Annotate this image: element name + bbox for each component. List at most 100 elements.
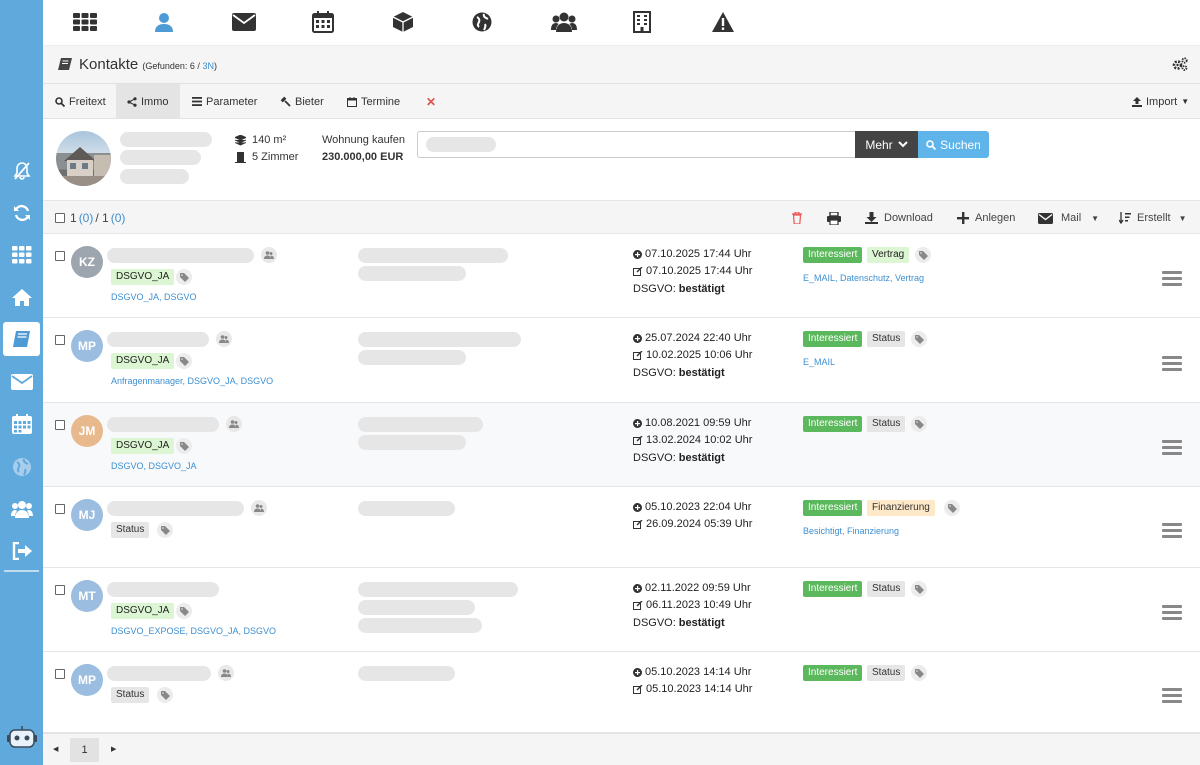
- tab-immo[interactable]: Immo: [116, 84, 180, 119]
- status-badge[interactable]: Status: [867, 416, 906, 432]
- row-checkbox[interactable]: [55, 585, 65, 595]
- tag-icon[interactable]: [176, 269, 192, 285]
- refresh-icon[interactable]: [0, 196, 43, 230]
- anlegen-button[interactable]: Anlegen: [957, 201, 1015, 235]
- row-menu-icon[interactable]: [1162, 271, 1182, 286]
- group-icon[interactable]: [549, 9, 579, 35]
- envelope-icon[interactable]: [0, 365, 43, 399]
- contact-person-icon[interactable]: [251, 500, 267, 516]
- bell-slash-icon[interactable]: [0, 154, 43, 188]
- tag-icon[interactable]: [911, 581, 927, 597]
- avatar[interactable]: KZ: [71, 246, 103, 278]
- apps-grid-icon[interactable]: [70, 9, 100, 35]
- tag-icon[interactable]: [176, 438, 192, 454]
- trash-icon[interactable]: [792, 201, 802, 235]
- tag-icon[interactable]: [911, 416, 927, 432]
- contact-person-icon[interactable]: [226, 416, 242, 432]
- sort-button[interactable]: Erstellt ▼: [1119, 201, 1187, 235]
- tag-icon[interactable]: [157, 522, 173, 538]
- status-badge[interactable]: Interessiert: [803, 581, 863, 597]
- building-icon[interactable]: [627, 9, 657, 35]
- tag-badge[interactable]: DSGVO_JA: [111, 269, 175, 285]
- search-input[interactable]: [417, 131, 856, 158]
- table-row[interactable]: MP DSGVO_JA Anfragenmanager, DSGVO_JA, DSG…: [43, 318, 1200, 403]
- count-c[interactable]: (0): [111, 211, 126, 225]
- row-checkbox[interactable]: [55, 504, 65, 514]
- contact-person-icon[interactable]: [218, 665, 234, 681]
- tab-parameter[interactable]: Parameter: [192, 84, 257, 119]
- status-badge[interactable]: Interessiert: [803, 247, 863, 263]
- row-checkbox[interactable]: [55, 669, 65, 679]
- close-filter-icon[interactable]: ✕: [426, 84, 436, 119]
- status-badge[interactable]: Status: [867, 665, 906, 681]
- tag-icon[interactable]: [157, 687, 173, 703]
- tags-line[interactable]: DSGVO, DSGVO_JA: [111, 461, 197, 471]
- status-badge[interactable]: Interessiert: [803, 416, 863, 432]
- book-icon[interactable]: [3, 322, 40, 356]
- count-b[interactable]: (0): [79, 211, 94, 225]
- row-menu-icon[interactable]: [1162, 523, 1182, 538]
- row-menu-icon[interactable]: [1162, 605, 1182, 620]
- prev-page-icon[interactable]: ◀: [53, 745, 58, 753]
- status-badge[interactable]: Vertrag: [867, 247, 910, 263]
- row-menu-icon[interactable]: [1162, 440, 1182, 455]
- print-icon[interactable]: [827, 201, 841, 235]
- avatar[interactable]: JM: [71, 415, 103, 447]
- tag-badge[interactable]: DSGVO_JA: [111, 603, 175, 619]
- property-image[interactable]: [56, 131, 111, 186]
- apps-grid-icon[interactable]: [0, 238, 43, 272]
- tag-badge[interactable]: Status: [111, 522, 150, 538]
- tags-line[interactable]: DSGVO_EXPOSE, DSGVO_JA, DSGVO: [111, 626, 276, 636]
- globe-icon[interactable]: [0, 450, 43, 484]
- tags-line[interactable]: DSGVO_JA, DSGVO: [111, 292, 197, 302]
- status-badge[interactable]: Status: [867, 331, 906, 347]
- tag-badge[interactable]: Status: [111, 687, 150, 703]
- tag-badge[interactable]: DSGVO_JA: [111, 438, 175, 454]
- row-checkbox[interactable]: [55, 335, 65, 345]
- status-badge[interactable]: Status: [867, 581, 906, 597]
- status-badge[interactable]: Finanzierung: [867, 500, 935, 516]
- envelope-icon[interactable]: [229, 9, 259, 35]
- row-menu-icon[interactable]: [1162, 688, 1182, 703]
- tag-icon[interactable]: [915, 247, 931, 263]
- page-number[interactable]: 1: [70, 738, 99, 762]
- tab-bieter[interactable]: Bieter: [280, 84, 324, 119]
- calendar-icon[interactable]: [308, 9, 338, 35]
- status-line[interactable]: Besichtigt, Finanzierung: [803, 526, 899, 536]
- tag-icon[interactable]: [176, 353, 192, 369]
- mail-button[interactable]: Mail ▼: [1038, 201, 1099, 235]
- avatar[interactable]: MJ: [71, 499, 103, 531]
- tag-icon[interactable]: [911, 665, 927, 681]
- status-line[interactable]: E_MAIL: [803, 357, 835, 367]
- status-badge[interactable]: Interessiert: [803, 500, 863, 516]
- settings-cogs-icon[interactable]: [1172, 57, 1188, 74]
- table-row[interactable]: KZ DSGVO_JA DSGVO_JA, DSGVO 07.10.2025 17:4…: [43, 234, 1200, 318]
- tag-icon[interactable]: [176, 603, 192, 619]
- avatar[interactable]: MP: [71, 330, 103, 362]
- found-link[interactable]: 3N: [202, 61, 214, 71]
- warning-icon[interactable]: [708, 9, 738, 35]
- row-menu-icon[interactable]: [1162, 356, 1182, 371]
- tab-termine[interactable]: Termine: [347, 84, 400, 119]
- home-icon[interactable]: [0, 280, 43, 314]
- tag-icon[interactable]: [944, 500, 960, 516]
- import-button[interactable]: Import ▼: [1132, 84, 1189, 119]
- table-row[interactable]: JM DSGVO_JA DSGVO, DSGVO_JA 10.08.2021 09:5…: [43, 403, 1200, 487]
- row-checkbox[interactable]: [55, 420, 65, 430]
- search-button[interactable]: Suchen: [918, 131, 989, 158]
- calendar-icon[interactable]: [0, 407, 43, 441]
- next-page-icon[interactable]: ▶: [111, 745, 116, 753]
- contact-person-icon[interactable]: [261, 247, 277, 263]
- tag-icon[interactable]: [911, 331, 927, 347]
- tab-freitext[interactable]: Freitext: [55, 84, 106, 119]
- tag-badge[interactable]: DSGVO_JA: [111, 353, 175, 369]
- status-badge[interactable]: Interessiert: [803, 331, 863, 347]
- select-all-checkbox[interactable]: [55, 213, 65, 223]
- table-row[interactable]: MT DSGVO_JA DSGVO_EXPOSE, DSGVO_JA, DSGVO 0…: [43, 568, 1200, 652]
- row-checkbox[interactable]: [55, 251, 65, 261]
- contact-person-icon[interactable]: [216, 331, 232, 347]
- logout-icon[interactable]: [0, 534, 43, 568]
- cube-icon[interactable]: [388, 9, 418, 35]
- download-button[interactable]: Download: [865, 201, 933, 235]
- status-line[interactable]: E_MAIL, Datenschutz, Vertrag: [803, 273, 924, 283]
